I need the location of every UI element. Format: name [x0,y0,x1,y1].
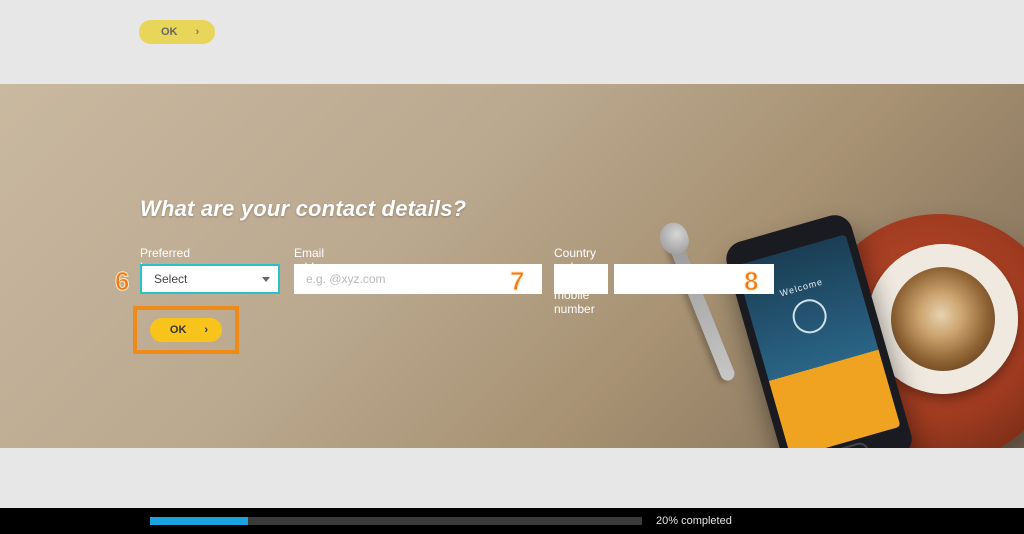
section-heading: What are your contact details? [140,196,466,222]
progress-fill [150,517,248,525]
ok-button-top-label: OK [161,26,178,38]
callout-number-6: 6 [115,266,129,297]
country-code-input[interactable] [554,264,608,294]
chevron-right-icon: › [196,26,200,38]
preferred-language-selected-value: Select [154,272,187,286]
progress-label: 20% completed [656,515,732,527]
ok-button-main[interactable]: OK › [150,318,222,342]
spacer [0,448,1024,508]
chevron-down-icon [262,277,270,282]
chevron-right-icon: › [204,324,208,336]
preferred-language-select[interactable]: Select [140,264,280,294]
progress-footer: 20% completed [0,508,1024,534]
callout-number-7: 7 [510,266,524,297]
hero-panel: Welcome What are your contact details? P… [0,84,1024,448]
ok-button-top[interactable]: OK › [139,20,215,44]
callout-number-8: 8 [744,266,758,297]
email-input[interactable] [294,264,542,294]
lock-icon [789,295,831,337]
ok-button-main-label: OK [170,324,187,336]
progress-track [150,517,642,525]
ok-button-highlight-box: OK › [133,306,239,354]
